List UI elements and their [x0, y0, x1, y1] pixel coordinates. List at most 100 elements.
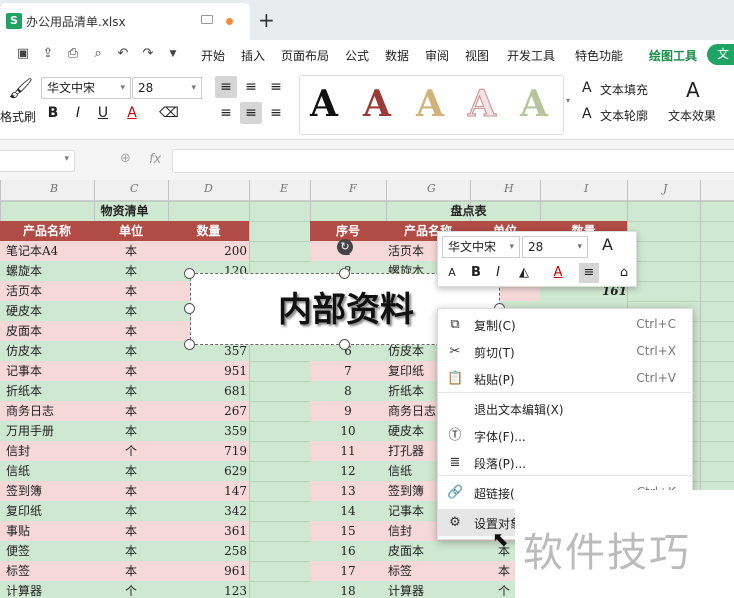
table-row[interactable]: 活页本 — [0, 281, 94, 301]
wordart-style-5[interactable]: A — [520, 82, 548, 126]
table-row[interactable]: 本 — [94, 561, 168, 581]
table-row[interactable]: 计算器 — [386, 581, 470, 598]
export-icon[interactable]: ⇪ — [41, 47, 55, 61]
table-row[interactable]: 信纸 — [0, 461, 94, 481]
table-row[interactable]: 本 — [94, 341, 168, 361]
context-menu-item[interactable]: 📋 粘贴(P) Ctrl+V — [438, 365, 694, 392]
table-row[interactable]: 折纸本 — [0, 381, 94, 401]
new-tab-icon[interactable]: + — [258, 8, 275, 32]
menu-formula[interactable]: 公式 — [345, 47, 369, 64]
underline-button[interactable]: U — [92, 102, 114, 124]
table-row[interactable]: 本 — [94, 281, 168, 301]
menu-data[interactable]: 数据 — [385, 47, 409, 64]
table-row[interactable]: 记事本 — [0, 361, 94, 381]
mini-size-select[interactable]: 28 ▾ — [522, 236, 588, 258]
formula-input[interactable] — [172, 149, 734, 173]
menu-draw-tools[interactable]: 绘图工具 — [649, 47, 697, 64]
context-menu-item[interactable]: ≣ 段落(P)... — [438, 449, 694, 476]
text-outline-label[interactable]: 文本轮廓 — [600, 107, 648, 124]
column-letter[interactable]: E — [280, 182, 288, 195]
table-row[interactable]: 标签 — [386, 561, 470, 581]
resize-handle[interactable] — [339, 268, 350, 279]
table-row[interactable]: 信封 — [0, 441, 94, 461]
menu-start[interactable]: 开始 — [201, 47, 225, 64]
shrink-font-button[interactable]: A — [442, 263, 462, 283]
table-row[interactable]: 147 — [168, 481, 249, 501]
table-row[interactable]: 13 — [310, 481, 386, 501]
column-letter[interactable]: C — [130, 182, 138, 195]
context-menu-item[interactable]: ✂ 剪切(T) Ctrl+X — [438, 338, 694, 365]
table-row[interactable]: 螺旋本 — [0, 261, 94, 281]
table-row[interactable]: 18 — [310, 581, 386, 598]
redo-icon[interactable]: ↷ — [141, 47, 155, 61]
zoom-icon[interactable]: ⊕ — [120, 151, 131, 166]
table-row[interactable]: 本 — [94, 461, 168, 481]
save-icon[interactable]: ▣ — [16, 47, 30, 61]
menu-view[interactable]: 视图 — [465, 47, 489, 64]
resize-handle[interactable] — [184, 268, 195, 279]
table-row[interactable]: 123 — [168, 581, 249, 598]
table-header[interactable]: 数量 — [168, 221, 249, 241]
table-row[interactable]: 本 — [94, 521, 168, 541]
menu-review[interactable]: 审阅 — [425, 47, 449, 64]
table-header[interactable]: 单位 — [94, 221, 168, 241]
column-letter[interactable]: D — [204, 182, 213, 195]
table-row[interactable]: 961 — [168, 561, 249, 581]
align-bottom-button[interactable]: ≡ — [265, 76, 287, 98]
table-row[interactable]: 7 — [310, 361, 386, 381]
table-row[interactable]: 361 — [168, 521, 249, 541]
table-row[interactable]: 本 — [94, 481, 168, 501]
mini-font-select[interactable]: 华文中宋 ▾ — [442, 236, 520, 258]
resize-handle[interactable] — [184, 303, 195, 314]
text-effect-icon[interactable]: A — [686, 78, 700, 102]
align-middle-button[interactable]: ≡ — [240, 76, 262, 98]
table-row[interactable]: 17 — [310, 561, 386, 581]
table-row[interactable]: 标签 — [0, 561, 94, 581]
mini-bold-button[interactable]: B — [466, 263, 486, 283]
menu-dev[interactable]: 开发工具 — [507, 47, 555, 64]
file-tab[interactable]: S 办公用品清单.xlsx — [0, 3, 250, 40]
table-row[interactable]: 本 — [94, 501, 168, 521]
column-letter[interactable]: G — [427, 182, 436, 195]
table-row[interactable]: 258 — [168, 541, 249, 561]
table-row[interactable]: 9 — [310, 401, 386, 421]
table-row[interactable]: 719 — [168, 441, 249, 461]
table-row[interactable]: 本 — [94, 301, 168, 321]
table-row[interactable]: 本 — [94, 381, 168, 401]
table-row[interactable]: 本 — [94, 421, 168, 441]
table-row[interactable]: 签到簿 — [0, 481, 94, 501]
table-row[interactable]: 本 — [94, 321, 168, 341]
italic-button[interactable]: I — [67, 102, 89, 124]
table-row[interactable]: 个 — [94, 441, 168, 461]
highlight-icon[interactable]: ◭ — [514, 263, 534, 283]
align-top-button[interactable]: ≡ — [215, 76, 237, 98]
table-row[interactable]: 本 — [94, 241, 168, 261]
wordart-style-4[interactable]: A — [468, 82, 497, 126]
mini-format-icon[interactable]: ⌂ — [614, 263, 634, 283]
menu-layout[interactable]: 页面布局 — [281, 47, 329, 64]
table-row[interactable]: 万用手册 — [0, 421, 94, 441]
eraser-icon[interactable]: ⌫ — [158, 102, 180, 124]
table-row[interactable]: 皮面本 — [386, 541, 470, 561]
context-menu-item[interactable]: ⧉ 复制(C) Ctrl+C — [438, 311, 694, 338]
table-title[interactable]: 物资清单 — [0, 201, 249, 221]
context-menu-item[interactable]: Ⓣ 字体(F)... — [438, 422, 694, 449]
gallery-more-icon[interactable]: ▾ — [566, 96, 570, 105]
context-menu-item[interactable]: 退出文本编辑(X) — [438, 395, 694, 422]
column-letter[interactable]: H — [504, 182, 514, 195]
table-row[interactable]: 笔记本A4 — [0, 241, 94, 261]
table-row[interactable]: 复印纸 — [0, 501, 94, 521]
table-row[interactable]: 仿皮本 — [0, 341, 94, 361]
table-row[interactable]: 200 — [168, 241, 249, 261]
table-row[interactable]: 342 — [168, 501, 249, 521]
menu-text-tools[interactable]: 文 — [707, 44, 734, 65]
column-letter[interactable]: I — [584, 182, 588, 195]
preview-icon[interactable]: ⌕ — [91, 47, 105, 61]
table-row[interactable]: 15 — [310, 521, 386, 541]
table-row[interactable]: 12 — [310, 461, 386, 481]
font-color-button[interactable]: A — [121, 102, 143, 124]
monitor-icon[interactable] — [201, 15, 213, 24]
text-fill-icon[interactable]: A — [582, 80, 592, 96]
table-row[interactable]: 本 — [94, 261, 168, 281]
table-row[interactable]: 事贴 — [0, 521, 94, 541]
